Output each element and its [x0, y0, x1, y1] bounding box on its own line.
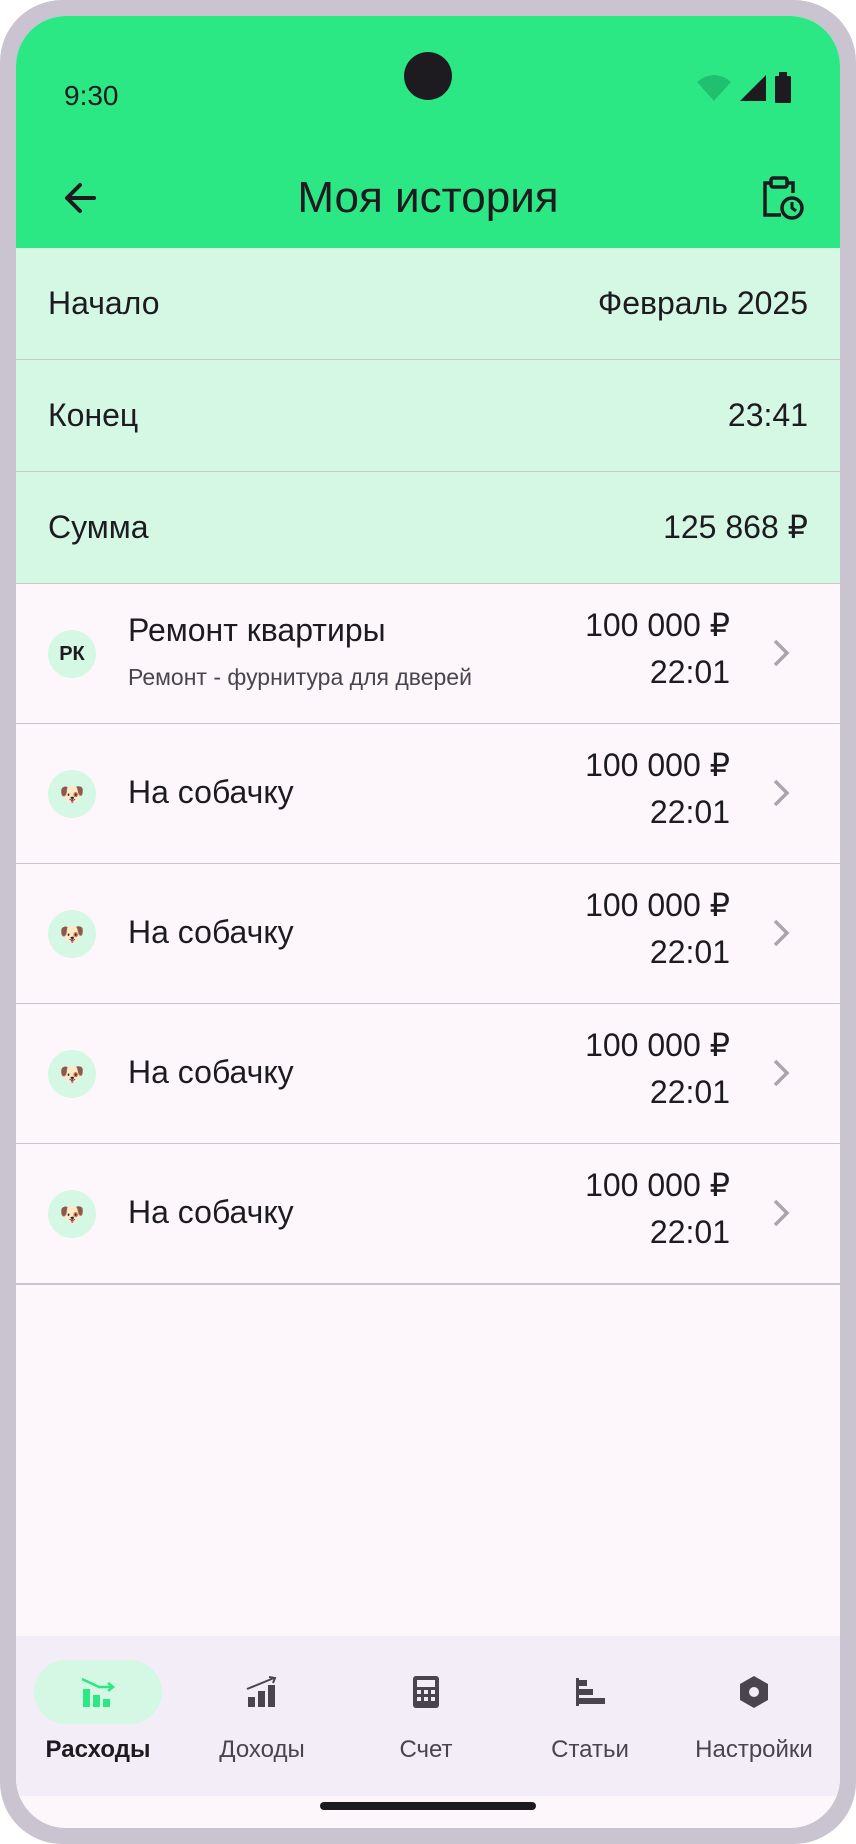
transaction-row[interactable]: РК Ремонт квартиры Ремонт - фурнитура дл…	[16, 584, 840, 725]
transaction-amount: 100 000 ₽	[585, 607, 730, 643]
signal-icon	[740, 75, 766, 101]
transaction-comment: Ремонт - фурнитура для дверей	[128, 664, 472, 690]
transaction-time: 22:01	[649, 934, 730, 970]
summary-start-row[interactable]: Начало Февраль 2025	[16, 248, 840, 360]
transaction-row[interactable]: 🐶 На собачку 100 000 ₽ 22:01	[16, 1004, 840, 1145]
nav-icon-container	[526, 1660, 654, 1724]
summary-end-label: Конец	[48, 397, 139, 433]
nav-label: Настройки	[695, 1736, 813, 1763]
dog-emoji-icon: 🐶	[48, 910, 96, 958]
transaction-title: На собачку	[128, 774, 294, 810]
transaction-row[interactable]: 🐶 На собачку 100 000 ₽ 22:01	[16, 864, 840, 1005]
history-period-button[interactable]	[750, 166, 814, 230]
gesture-handle[interactable]	[320, 1802, 536, 1810]
nav-icon-container	[690, 1660, 818, 1724]
transaction-time: 22:01	[649, 794, 730, 830]
screen: 9:30 Моя история Начало Февраль 2025 Кон…	[16, 16, 840, 1828]
battery-icon	[775, 72, 791, 103]
summary-total-row: Сумма 125 868 ₽	[16, 472, 840, 584]
nav-label: Счет	[399, 1736, 453, 1763]
nav-icon-container	[362, 1660, 490, 1724]
transaction-row[interactable]: 🐶 На собачку 100 000 ₽ 22:01	[16, 724, 840, 865]
nav-item-income[interactable]: Доходы	[180, 1636, 344, 1796]
page-title: Моя история	[297, 173, 559, 222]
category-avatar: РК	[48, 630, 96, 678]
header: 9:30 Моя история	[16, 16, 840, 264]
chevron-right-icon	[766, 776, 796, 810]
summary-total-label: Сумма	[48, 509, 149, 545]
transaction-title: На собачку	[128, 1054, 294, 1090]
calculator-icon	[413, 1676, 439, 1708]
chevron-right-icon	[766, 916, 796, 950]
nav-item-settings[interactable]: Настройки	[672, 1636, 836, 1796]
expenses-chart-icon	[81, 1677, 116, 1707]
summary-total-value: 125 868 ₽	[663, 509, 808, 545]
chevron-right-icon	[766, 636, 796, 670]
transaction-amount: 100 000 ₽	[585, 747, 730, 783]
transaction-title: Ремонт квартиры	[128, 612, 386, 648]
nav-label: Статьи	[551, 1736, 629, 1763]
nav-active-indicator	[34, 1660, 162, 1724]
summary-start-value: Февраль 2025	[597, 285, 808, 321]
dog-emoji-icon: 🐶	[48, 1050, 96, 1098]
transaction-row[interactable]: 🐶 На собачку 100 000 ₽ 22:01	[16, 1144, 840, 1285]
status-time: 9:30	[64, 80, 119, 111]
transaction-time: 22:01	[649, 1074, 730, 1110]
transaction-time: 22:01	[649, 654, 730, 690]
dog-emoji-icon: 🐶	[48, 1190, 96, 1238]
wifi-icon	[697, 75, 731, 101]
income-chart-icon	[246, 1676, 277, 1707]
nav-label: Расходы	[45, 1736, 151, 1763]
nav-item-articles[interactable]: Статьи	[508, 1636, 672, 1796]
settings-gear-icon	[740, 1676, 768, 1708]
transaction-title: На собачку	[128, 1194, 294, 1230]
nav-item-expenses[interactable]: Расходы	[16, 1636, 180, 1796]
status-icons	[696, 68, 792, 108]
summary-end-value: 23:41	[727, 397, 808, 433]
articles-bars-icon	[576, 1678, 605, 1706]
summary-end-row[interactable]: Конец 23:41	[16, 360, 840, 472]
chevron-right-icon	[766, 1056, 796, 1090]
clipboard-clock-icon	[763, 176, 804, 220]
summary-start-label: Начало	[48, 285, 160, 321]
transaction-title: На собачку	[128, 914, 294, 950]
transaction-amount: 100 000 ₽	[585, 1027, 730, 1063]
nav-icon-container	[198, 1660, 326, 1724]
camera-cutout	[404, 52, 452, 100]
chevron-right-icon	[766, 1196, 796, 1230]
transaction-amount: 100 000 ₽	[585, 887, 730, 923]
bottom-navigation: Расходы Доходы Счет Статьи Настройки	[16, 1636, 840, 1796]
nav-item-account[interactable]: Счет	[344, 1636, 508, 1796]
transaction-amount: 100 000 ₽	[585, 1167, 730, 1203]
nav-label: Доходы	[219, 1736, 305, 1763]
transaction-time: 22:01	[649, 1214, 730, 1250]
device-frame: 9:30 Моя история Начало Февраль 2025 Кон…	[0, 0, 856, 1844]
dog-emoji-icon: 🐶	[48, 770, 96, 818]
